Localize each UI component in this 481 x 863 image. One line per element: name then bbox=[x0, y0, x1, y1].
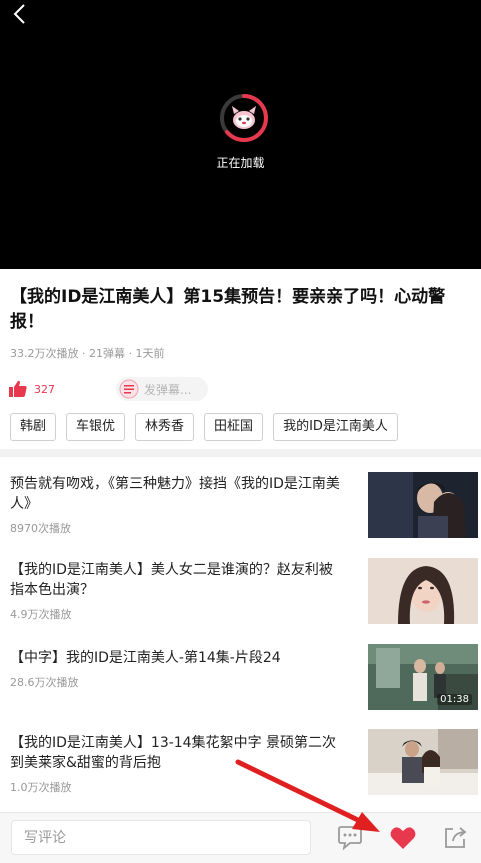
related-video-title: 预告就有吻戏，《第三种魅力》接挡《我的ID是江南美人》 bbox=[10, 476, 340, 512]
related-video-title: 【我的ID是江南美人】13-14集花絮中字 景硕第二次到美莱家&甜蜜的背后抱 bbox=[10, 735, 337, 771]
section-divider bbox=[0, 449, 481, 457]
related-video-item[interactable]: 【我的ID是江南美人】美人女二是谁演的？赵友利被指本色出演？ 4.9万次播放 bbox=[0, 558, 481, 638]
comment-bubble-icon bbox=[338, 826, 362, 851]
related-video-views: 8970次播放 bbox=[10, 522, 71, 535]
cat-mascot-loader-icon bbox=[220, 94, 268, 142]
danmaku-placeholder: 发弹幕... bbox=[144, 382, 192, 397]
video-title: 【我的ID是江南美人】第15集预告！要亲亲了吗！心动警报！ bbox=[10, 287, 446, 332]
thumbs-up-icon bbox=[9, 380, 27, 397]
video-player[interactable]: 正在加载 bbox=[0, 0, 481, 269]
video-duration-badge: 01:38 bbox=[437, 694, 472, 705]
related-video-item[interactable]: 【中字】我的ID是江南美人-第14集-片段24 28.6万次播放 01:38 bbox=[0, 644, 481, 726]
related-video-title: 【中字】我的ID是江南美人-第14集-片段24 bbox=[10, 650, 281, 666]
related-video-title: 【我的ID是江南美人】美人女二是谁演的？赵友利被指本色出演？ bbox=[10, 562, 333, 598]
tag-item[interactable]: 我的ID是江南美人 bbox=[273, 413, 398, 441]
related-video-thumbnail bbox=[368, 472, 478, 538]
related-video-thumbnail bbox=[368, 558, 478, 624]
tag-item[interactable]: 韩剧 bbox=[10, 413, 57, 441]
share-button[interactable] bbox=[442, 823, 470, 855]
share-icon bbox=[445, 827, 467, 848]
related-video-item[interactable]: 预告就有吻戏，《第三种魅力》接挡《我的ID是江南美人》 8970次播放 bbox=[0, 472, 481, 552]
tag-item[interactable]: 车银优 bbox=[66, 413, 126, 441]
video-meta: 33.2万次播放 · 21弹幕 · 1天前 bbox=[10, 347, 165, 360]
related-video-views: 1.0万次播放 bbox=[10, 781, 72, 794]
like-count: 327 bbox=[34, 382, 55, 396]
danmaku-button[interactable]: 发弹幕... bbox=[116, 377, 208, 401]
related-video-views: 4.9万次播放 bbox=[10, 608, 72, 621]
favorite-button[interactable] bbox=[389, 825, 417, 855]
heart-icon bbox=[390, 827, 416, 849]
tag-item[interactable]: 田柾国 bbox=[204, 413, 264, 441]
loading-text: 正在加载 bbox=[216, 156, 265, 170]
bottom-action-bar bbox=[0, 812, 481, 863]
related-video-item[interactable]: 【我的ID是江南美人】13-14集花絮中字 景硕第二次到美莱家&甜蜜的背后抱 1… bbox=[0, 729, 481, 811]
chevron-left-icon bbox=[13, 4, 25, 24]
back-button[interactable] bbox=[6, 2, 34, 30]
comment-button[interactable] bbox=[336, 825, 364, 855]
related-video-views: 28.6万次播放 bbox=[10, 676, 79, 689]
related-video-thumbnail bbox=[368, 729, 478, 795]
related-video-thumbnail: 01:38 bbox=[368, 644, 478, 710]
tag-item[interactable]: 林秀香 bbox=[135, 413, 195, 441]
comment-input[interactable] bbox=[11, 820, 311, 855]
danmaku-bullet-icon bbox=[119, 379, 139, 399]
like-button[interactable]: 327 bbox=[8, 378, 55, 400]
tag-list: 韩剧 车银优 林秀香 田柾国 我的ID是江南美人 bbox=[10, 413, 398, 441]
